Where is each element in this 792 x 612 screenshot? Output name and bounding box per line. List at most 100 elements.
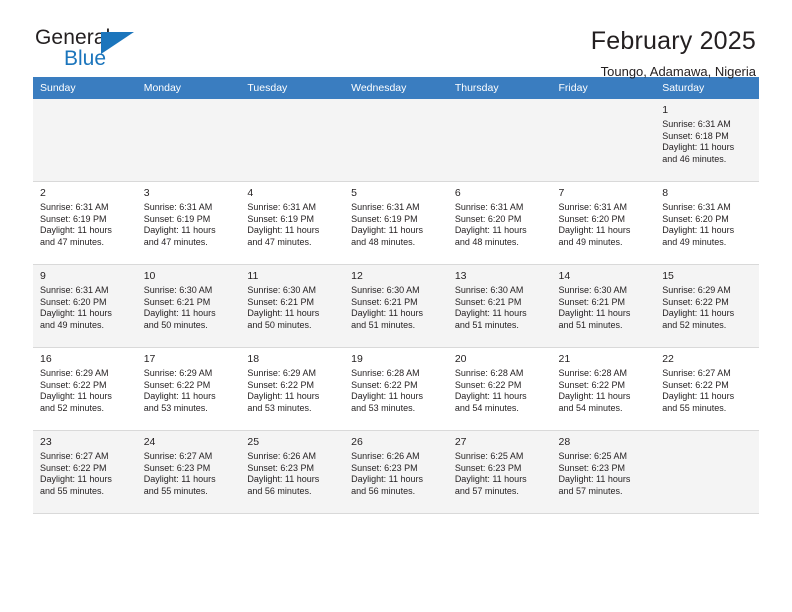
cell-content: 1 Sunrise: 6:31 AM Sunset: 6:18 PM Daylight… — [655, 99, 759, 177]
day-info-line: Sunset: 6:22 PM — [247, 379, 314, 390]
day-sun-info: Sunrise: 6:30 AM Sunset: 6:21 PM Daylight:… — [247, 285, 338, 331]
day-info-line: Daylight: 11 hours — [454, 225, 527, 236]
day-info-line: and 47 minutes. — [143, 236, 208, 247]
calendar-day-cell[interactable]: 3 Sunrise: 6:31 AM Sunset: 6:19 PM Daylight… — [136, 181, 241, 265]
day-sun-info: Sunrise: 6:26 AM Sunset: 6:23 PM Daylight:… — [247, 451, 338, 497]
day-info-line: Daylight: 11 hours — [40, 474, 112, 485]
day-sun-info: Sunrise: 6:30 AM Sunset: 6:21 PM Daylight:… — [559, 285, 650, 331]
calendar-day-cell[interactable]: 11 Sunrise: 6:30 AM Sunset: 6:21 PM Dayligh… — [240, 264, 345, 348]
day-number: 8 — [662, 187, 669, 199]
day-sun-info: Sunrise: 6:30 AM Sunset: 6:21 PM Daylight:… — [351, 285, 442, 331]
calendar-cell-empty — [240, 99, 345, 182]
day-info-line: Sunset: 6:23 PM — [247, 462, 314, 473]
day-info-line: Daylight: 11 hours — [143, 391, 216, 402]
day-info-line: Sunrise: 6:30 AM — [558, 285, 628, 295]
cell-content: 26 Sunrise: 6:26 AM Sunset: 6:23 PM Dayligh… — [344, 431, 448, 509]
cell-content — [344, 99, 448, 177]
day-info-line: and 56 minutes. — [247, 485, 312, 496]
calendar-day-cell[interactable]: 18 Sunrise: 6:29 AM Sunset: 6:22 PM Dayligh… — [240, 347, 345, 431]
day-info-line: Daylight: 11 hours — [247, 474, 320, 485]
day-info-line: Sunset: 6:21 PM — [558, 296, 626, 307]
day-info-line: and 56 minutes. — [351, 485, 416, 496]
day-info-line: Sunrise: 6:31 AM — [40, 285, 109, 295]
calendar-day-cell[interactable]: 14 Sunrise: 6:30 AM Sunset: 6:21 PM Dayligh… — [551, 264, 656, 348]
day-number: 10 — [143, 270, 156, 282]
calendar-day-cell[interactable]: 17 Sunrise: 6:29 AM Sunset: 6:22 PM Dayligh… — [136, 347, 241, 431]
cell-content: 5 Sunrise: 6:31 AM Sunset: 6:19 PM Daylight… — [344, 182, 448, 260]
day-info-line: Sunset: 6:23 PM — [143, 462, 211, 473]
calendar-day-cell[interactable]: 10 Sunrise: 6:30 AM Sunset: 6:21 PM Dayligh… — [136, 264, 241, 348]
calendar-day-cell[interactable]: 28 Sunrise: 6:25 AM Sunset: 6:23 PM Dayligh… — [551, 430, 656, 514]
calendar-week-row: 23 Sunrise: 6:27 AM Sunset: 6:22 PM Dayligh… — [33, 430, 759, 514]
calendar-day-cell[interactable]: 16 Sunrise: 6:29 AM Sunset: 6:22 PM Dayligh… — [33, 347, 137, 431]
day-info-line: Sunrise: 6:26 AM — [351, 451, 420, 461]
day-info-line: and 52 minutes. — [662, 319, 727, 330]
day-info-line: Sunrise: 6:30 AM — [247, 285, 316, 295]
weekday-header-monday: Monday — [136, 77, 241, 99]
calendar-day-cell[interactable]: 21 Sunrise: 6:28 AM Sunset: 6:22 PM Dayligh… — [551, 347, 656, 431]
calendar-day-cell[interactable]: 22 Sunrise: 6:27 AM Sunset: 6:22 PM Dayligh… — [655, 347, 759, 431]
calendar-day-cell[interactable]: 24 Sunrise: 6:27 AM Sunset: 6:23 PM Dayligh… — [136, 430, 241, 514]
day-sun-info: Sunrise: 6:31 AM Sunset: 6:19 PM Daylight:… — [144, 202, 235, 248]
day-number: 16 — [40, 353, 52, 365]
cell-content: 21 Sunrise: 6:28 AM Sunset: 6:22 PM Dayligh… — [552, 348, 656, 426]
calendar-day-cell[interactable]: 15 Sunrise: 6:29 AM Sunset: 6:22 PM Dayligh… — [655, 264, 759, 348]
calendar-day-cell[interactable]: 4 Sunrise: 6:31 AM Sunset: 6:19 PM Daylight… — [240, 181, 345, 265]
calendar-day-cell[interactable]: 26 Sunrise: 6:26 AM Sunset: 6:23 PM Dayligh… — [344, 430, 448, 514]
day-number: 22 — [662, 353, 674, 365]
calendar-day-cell[interactable]: 27 Sunrise: 6:25 AM Sunset: 6:23 PM Dayligh… — [447, 430, 552, 514]
day-info-line: and 49 minutes. — [558, 236, 623, 247]
day-info-line: Daylight: 11 hours — [558, 391, 631, 402]
day-info-line: Sunrise: 6:25 AM — [454, 451, 524, 461]
brand-logo[interactable]: General Blue — [33, 26, 195, 78]
day-number: 14 — [558, 270, 571, 282]
calendar-day-cell[interactable]: 12 Sunrise: 6:30 AM Sunset: 6:21 PM Dayligh… — [344, 264, 448, 348]
day-info-line: Sunrise: 6:31 AM — [454, 202, 524, 212]
day-number: 4 — [247, 187, 254, 199]
day-info-line: Sunset: 6:21 PM — [143, 296, 211, 307]
day-number: 18 — [247, 353, 260, 365]
cell-content: 15 Sunrise: 6:29 AM Sunset: 6:22 PM Dayligh… — [655, 265, 759, 343]
calendar-day-cell[interactable]: 25 Sunrise: 6:26 AM Sunset: 6:23 PM Dayligh… — [240, 430, 345, 514]
calendar-day-cell[interactable]: 2 Sunrise: 6:31 AM Sunset: 6:19 PM Daylight… — [33, 181, 137, 265]
day-number: 28 — [558, 436, 571, 448]
day-info-line: Sunrise: 6:25 AM — [558, 451, 628, 461]
calendar-day-cell[interactable]: 19 Sunrise: 6:28 AM Sunset: 6:22 PM Dayligh… — [344, 347, 448, 431]
day-info-line: Sunset: 6:22 PM — [40, 462, 107, 473]
cell-content — [448, 99, 552, 177]
calendar-day-cell[interactable]: 9 Sunrise: 6:31 AM Sunset: 6:20 PM Daylight… — [33, 264, 137, 348]
day-info-line: Sunset: 6:20 PM — [558, 213, 626, 224]
cell-content: 13 Sunrise: 6:30 AM Sunset: 6:21 PM Dayligh… — [448, 265, 552, 343]
day-info-line: and 55 minutes. — [40, 485, 105, 496]
day-info-line: Sunset: 6:22 PM — [40, 379, 107, 390]
calendar-day-cell[interactable]: 23 Sunrise: 6:27 AM Sunset: 6:22 PM Dayligh… — [33, 430, 137, 514]
cell-content: 3 Sunrise: 6:31 AM Sunset: 6:19 PM Daylight… — [137, 182, 241, 260]
calendar-day-cell[interactable]: 8 Sunrise: 6:31 AM Sunset: 6:20 PM Daylight… — [655, 181, 759, 265]
day-info-line: Daylight: 11 hours — [351, 391, 423, 402]
day-info-line: Daylight: 11 hours — [558, 225, 631, 236]
day-info-line: Sunset: 6:18 PM — [662, 130, 729, 141]
day-info-line: and 53 minutes. — [351, 402, 416, 413]
day-info-line: Sunrise: 6:28 AM — [351, 368, 420, 378]
cell-content: 4 Sunrise: 6:31 AM Sunset: 6:19 PM Daylight… — [240, 182, 344, 260]
calendar-day-cell[interactable]: 1 Sunrise: 6:31 AM Sunset: 6:18 PM Daylight… — [655, 99, 759, 182]
day-info-line: Sunset: 6:23 PM — [454, 462, 522, 473]
calendar-day-cell[interactable]: 5 Sunrise: 6:31 AM Sunset: 6:19 PM Daylight… — [344, 181, 448, 265]
calendar-week-row: 1 Sunrise: 6:31 AM Sunset: 6:18 PM Daylight… — [33, 99, 759, 182]
calendar-day-cell[interactable]: 6 Sunrise: 6:31 AM Sunset: 6:20 PM Daylight… — [447, 181, 552, 265]
calendar-cell-empty — [655, 430, 759, 514]
day-sun-info: Sunrise: 6:27 AM Sunset: 6:23 PM Daylight:… — [144, 451, 235, 497]
cell-content: 20 Sunrise: 6:28 AM Sunset: 6:22 PM Dayligh… — [448, 348, 552, 426]
day-number: 17 — [143, 353, 156, 365]
day-info-line: and 47 minutes. — [247, 236, 312, 247]
day-sun-info: Sunrise: 6:31 AM Sunset: 6:20 PM Daylight:… — [40, 285, 131, 331]
day-info-line: Sunrise: 6:31 AM — [558, 202, 628, 212]
calendar-day-cell[interactable]: 13 Sunrise: 6:30 AM Sunset: 6:21 PM Dayligh… — [447, 264, 552, 348]
day-sun-info: Sunrise: 6:29 AM Sunset: 6:22 PM Daylight:… — [40, 368, 131, 414]
calendar-day-cell[interactable]: 20 Sunrise: 6:28 AM Sunset: 6:22 PM Dayligh… — [447, 347, 552, 431]
day-info-line: Daylight: 11 hours — [454, 308, 527, 319]
day-info-line: and 47 minutes. — [40, 236, 105, 247]
day-info-line: and 49 minutes. — [662, 236, 727, 247]
calendar-day-cell[interactable]: 7 Sunrise: 6:31 AM Sunset: 6:20 PM Daylight… — [551, 181, 656, 265]
day-number: 1 — [662, 104, 669, 116]
